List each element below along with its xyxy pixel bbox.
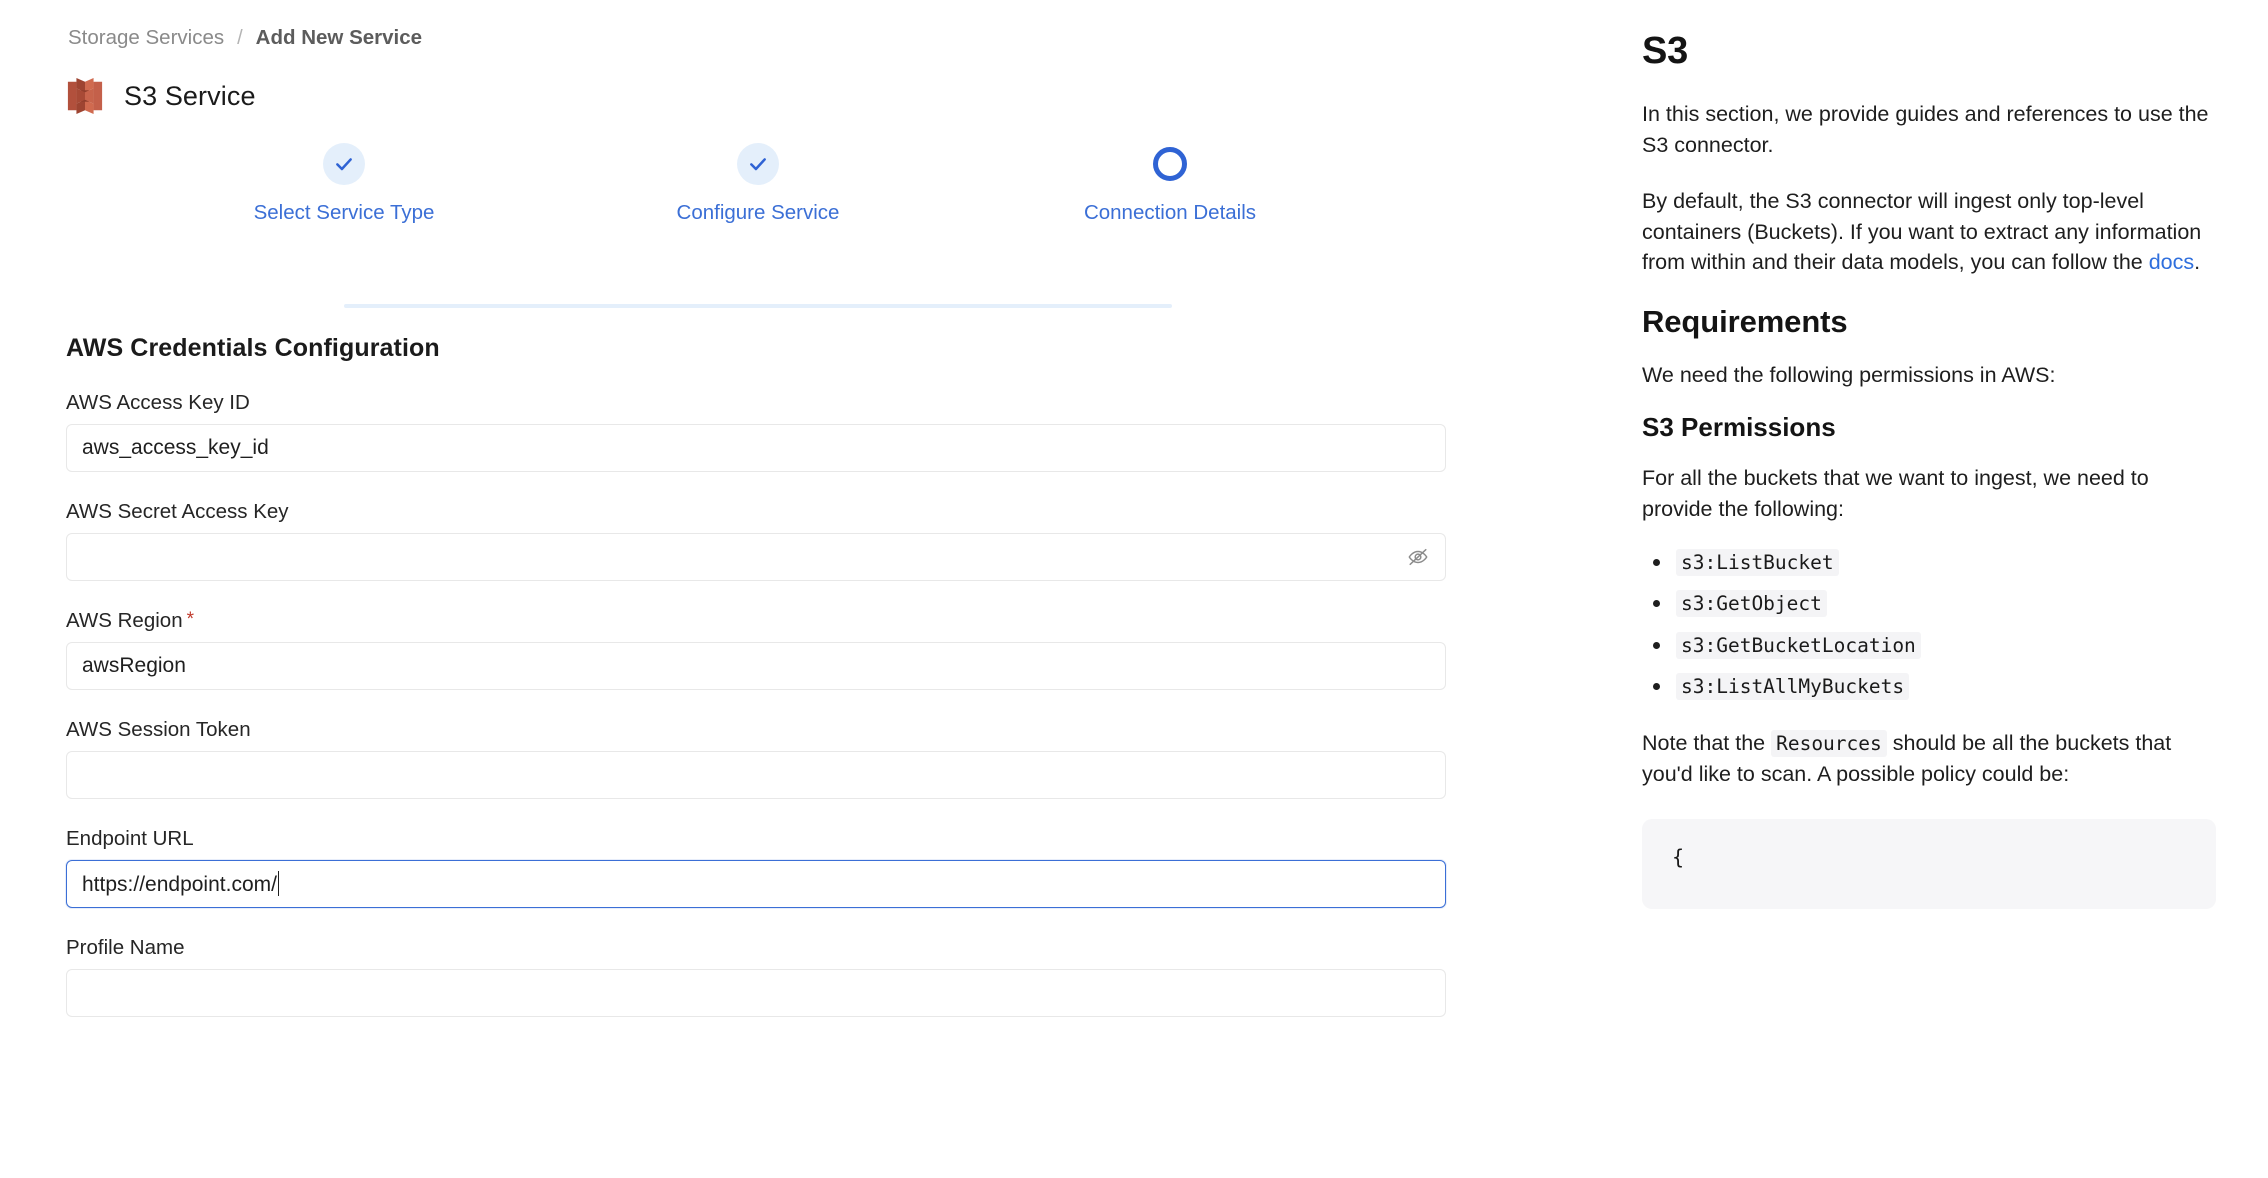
- field-label-text: AWS Secret Access Key: [66, 500, 289, 524]
- docs-resources-note: Note that the Resources should be all th…: [1642, 728, 2216, 789]
- breadcrumb: Storage Services / Add New Service: [0, 26, 1574, 50]
- permission-code: s3:GetBucketLocation: [1676, 632, 1921, 659]
- text-cursor: [278, 871, 280, 896]
- service-header: S3 Service: [0, 76, 1574, 116]
- profile-name-input[interactable]: [66, 969, 1446, 1017]
- permission-code: s3:ListAllMyBuckets: [1676, 673, 1909, 700]
- list-item: s3:ListBucket: [1642, 546, 2216, 578]
- check-icon: [748, 154, 768, 174]
- field-label-text: AWS Access Key ID: [66, 391, 250, 415]
- breadcrumb-parent-link[interactable]: Storage Services: [68, 26, 224, 50]
- input-value-wrap: https://endpoint.com/: [67, 871, 279, 897]
- field-label-text: Profile Name: [66, 936, 185, 960]
- docs-requirements-heading: Requirements: [1642, 304, 2216, 340]
- field-label-text: AWS Session Token: [66, 718, 251, 742]
- input-value: https://endpoint.com/: [82, 873, 277, 896]
- credentials-form: AWS Credentials Configuration AWS Access…: [0, 334, 1440, 1017]
- stepper-label: Connection Details: [1040, 201, 1300, 225]
- breadcrumb-current: Add New Service: [256, 26, 422, 50]
- field-label: AWS Region *: [66, 609, 194, 633]
- field-aws-session-token: AWS Session Token: [66, 718, 1440, 799]
- field-endpoint-url: Endpoint URL https://endpoint.com/: [66, 827, 1440, 908]
- stepper-track: [344, 304, 1172, 308]
- docs-permissions-list: s3:ListBucket s3:GetObject s3:GetBucketL…: [1642, 546, 2216, 702]
- breadcrumb-separator: /: [237, 27, 243, 50]
- input-value: awsRegion: [67, 654, 186, 678]
- stepper-label: Select Service Type: [214, 201, 474, 225]
- docs-default-note-suffix: .: [2194, 250, 2200, 274]
- field-label: AWS Secret Access Key: [66, 500, 289, 524]
- docs-intro-paragraph: In this section, we provide guides and r…: [1642, 99, 2216, 160]
- required-marker: *: [187, 610, 194, 629]
- step-completed-badge: [737, 143, 779, 185]
- progress-stepper: Select Service Type Configure Service Co…: [0, 138, 1574, 258]
- docs-permissions-intro: For all the buckets that we want to inge…: [1642, 463, 2216, 524]
- docs-resources-note-before: Note that the: [1642, 731, 1771, 755]
- field-aws-secret-access-key: AWS Secret Access Key: [66, 500, 1440, 581]
- permission-code: s3:ListBucket: [1676, 549, 1839, 576]
- docs-default-note: By default, the S3 connector will ingest…: [1642, 186, 2216, 278]
- field-aws-access-key-id: AWS Access Key ID aws_access_key_id: [66, 391, 1440, 472]
- field-label: AWS Session Token: [66, 718, 251, 742]
- form-section-heading: AWS Credentials Configuration: [66, 334, 1440, 363]
- input-value: aws_access_key_id: [67, 436, 269, 460]
- docs-link[interactable]: docs: [2149, 250, 2194, 274]
- endpoint-url-input[interactable]: https://endpoint.com/: [66, 860, 1446, 908]
- field-profile-name: Profile Name: [66, 936, 1440, 1017]
- eye-off-glyph: [1407, 546, 1429, 568]
- stepper-label: Configure Service: [628, 201, 888, 225]
- aws-region-input[interactable]: awsRegion: [66, 642, 1446, 690]
- stepper-step-select-service-type[interactable]: Select Service Type: [214, 138, 474, 225]
- aws-secret-access-key-input[interactable]: [66, 533, 1446, 581]
- service-form-pane: Storage Services / Add New Service S3 Se…: [0, 0, 1574, 1178]
- permission-code: s3:GetObject: [1676, 590, 1827, 617]
- list-item: s3:GetObject: [1642, 587, 2216, 619]
- resources-code: Resources: [1771, 730, 1887, 757]
- field-label-text: AWS Region: [66, 609, 183, 633]
- docs-requirements-intro: We need the following permissions in AWS…: [1642, 360, 2216, 391]
- docs-default-note-text: By default, the S3 connector will ingest…: [1642, 189, 2201, 274]
- check-icon: [334, 154, 354, 174]
- aws-s3-logo-icon: [66, 76, 104, 116]
- aws-session-token-input[interactable]: [66, 751, 1446, 799]
- docs-permissions-heading: S3 Permissions: [1642, 412, 2216, 443]
- field-label: Profile Name: [66, 936, 185, 960]
- circle-outline-icon: [1153, 147, 1187, 181]
- docs-title: S3: [1642, 30, 2216, 73]
- field-label: AWS Access Key ID: [66, 391, 250, 415]
- step-completed-badge: [323, 143, 365, 185]
- policy-code-block: {: [1642, 819, 2216, 909]
- stepper-marker: [628, 138, 888, 190]
- field-aws-region: AWS Region * awsRegion: [66, 609, 1440, 690]
- list-item: s3:ListAllMyBuckets: [1642, 670, 2216, 702]
- list-item: s3:GetBucketLocation: [1642, 629, 2216, 661]
- field-label: Endpoint URL: [66, 827, 194, 851]
- stepper-step-configure-service[interactable]: Configure Service: [628, 138, 888, 225]
- add-new-service-page: Storage Services / Add New Service S3 Se…: [0, 0, 2268, 1178]
- aws-access-key-id-input[interactable]: aws_access_key_id: [66, 424, 1446, 472]
- documentation-pane: S3 In this section, we provide guides an…: [1574, 0, 2268, 1178]
- stepper-marker: [1040, 138, 1300, 190]
- stepper-marker: [214, 138, 474, 190]
- field-label-text: Endpoint URL: [66, 827, 194, 851]
- eye-off-icon[interactable]: [1406, 545, 1430, 569]
- stepper-step-connection-details[interactable]: Connection Details: [1040, 138, 1300, 225]
- page-title: S3 Service: [124, 81, 256, 112]
